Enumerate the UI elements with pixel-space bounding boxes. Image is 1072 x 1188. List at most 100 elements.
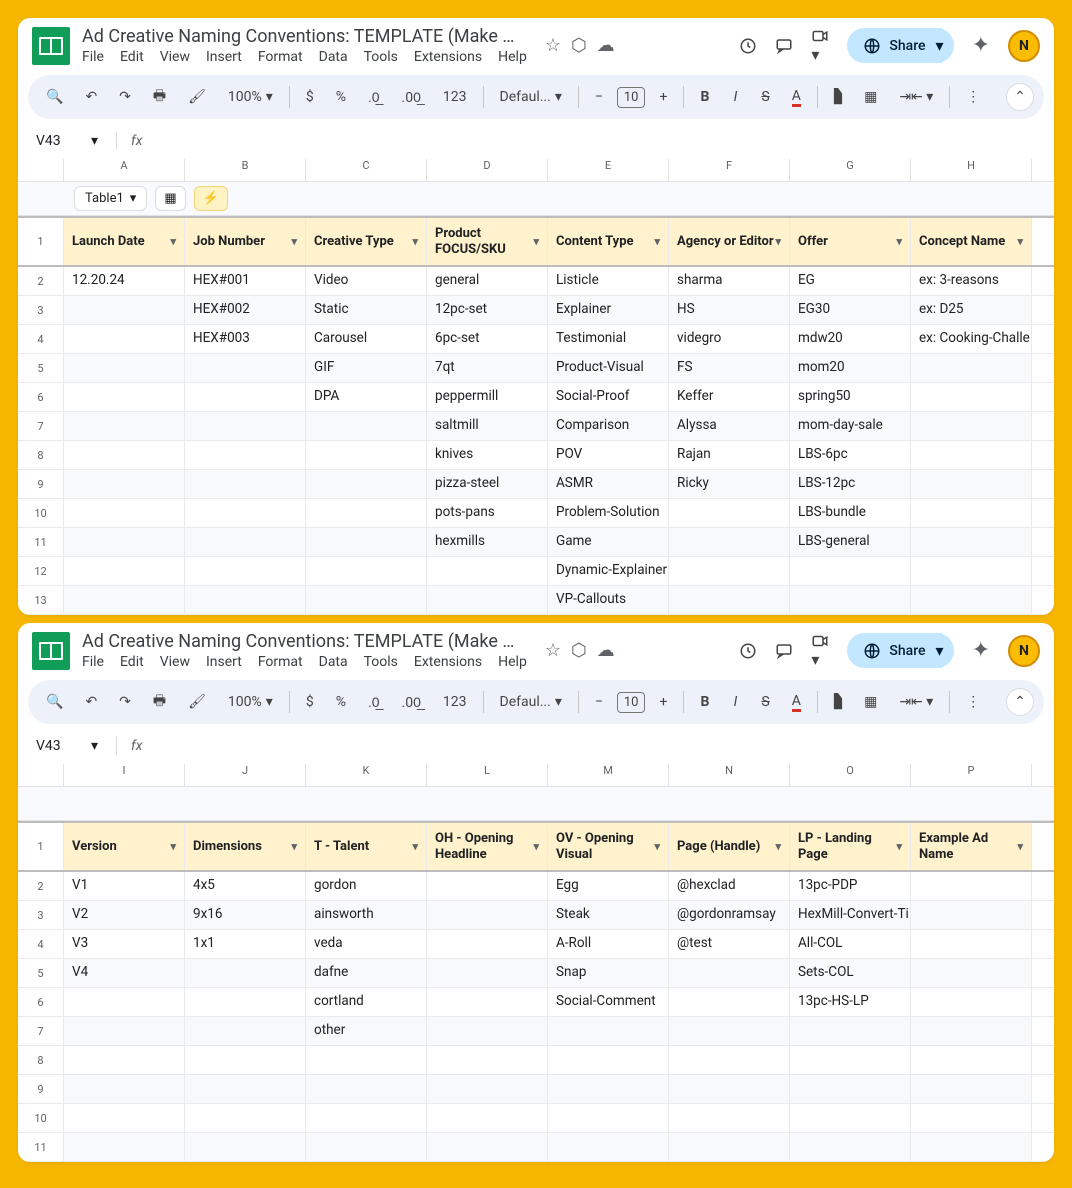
- cell[interactable]: [185, 1046, 306, 1074]
- cell[interactable]: [790, 586, 911, 614]
- cell[interactable]: [911, 988, 1032, 1016]
- cell[interactable]: general: [427, 267, 548, 295]
- cell[interactable]: Carousel: [306, 325, 427, 353]
- row-number[interactable]: 4: [18, 325, 64, 353]
- column-header[interactable]: E: [548, 159, 669, 181]
- cell[interactable]: [64, 470, 185, 498]
- row-number[interactable]: 5: [18, 959, 64, 987]
- share-dropdown[interactable]: ▾: [926, 28, 954, 63]
- cell[interactable]: [790, 1075, 911, 1103]
- cell[interactable]: [64, 988, 185, 1016]
- table-header-cell[interactable]: OH - Opening Headline▾: [427, 823, 548, 870]
- bolt-icon[interactable]: ⚡: [194, 186, 228, 211]
- menu-edit[interactable]: Edit: [120, 654, 144, 670]
- cell[interactable]: LBS-bundle: [790, 499, 911, 527]
- menu-extensions[interactable]: Extensions: [414, 49, 482, 65]
- document-title[interactable]: Ad Creative Naming Conventions: TEMPLATE…: [82, 26, 522, 47]
- cell[interactable]: [911, 528, 1032, 556]
- redo-icon[interactable]: ↷: [111, 688, 139, 716]
- fx-icon[interactable]: fx: [131, 738, 142, 754]
- cell[interactable]: [185, 1104, 306, 1132]
- row-number[interactable]: 12: [18, 557, 64, 585]
- cell[interactable]: [185, 354, 306, 382]
- cell[interactable]: [427, 872, 548, 900]
- cell[interactable]: [911, 557, 1032, 585]
- cell[interactable]: LBS-general: [790, 528, 911, 556]
- menu-format[interactable]: Format: [258, 49, 303, 65]
- row-number[interactable]: 3: [18, 296, 64, 324]
- font-select[interactable]: Defaul... ▾: [492, 688, 570, 716]
- chevron-down-icon[interactable]: ▾: [1017, 840, 1023, 853]
- cell[interactable]: [911, 901, 1032, 929]
- font-size-input[interactable]: 10: [617, 692, 646, 713]
- paint-format-icon[interactable]: 🖌: [180, 83, 214, 111]
- name-box[interactable]: V43▾: [32, 131, 102, 151]
- dec-increase-icon[interactable]: .00̲: [394, 83, 429, 112]
- row-number[interactable]: 2: [18, 872, 64, 900]
- cell[interactable]: Product-Visual: [548, 354, 669, 382]
- fx-icon[interactable]: fx: [131, 133, 142, 149]
- paint-format-icon[interactable]: 🖌: [180, 688, 214, 716]
- cell[interactable]: [669, 586, 790, 614]
- merge-icon[interactable]: ⇥⇤ ▾: [891, 83, 941, 111]
- cell[interactable]: [64, 528, 185, 556]
- column-header[interactable]: O: [790, 764, 911, 786]
- zoom-select[interactable]: 100% ▾: [220, 83, 281, 111]
- cell[interactable]: 1x1: [185, 930, 306, 958]
- cell[interactable]: ainsworth: [306, 901, 427, 929]
- cell[interactable]: [64, 586, 185, 614]
- cell[interactable]: VP-Callouts: [548, 586, 669, 614]
- menu-file[interactable]: File: [82, 654, 104, 670]
- cell[interactable]: [427, 1017, 548, 1045]
- cell[interactable]: [669, 1046, 790, 1074]
- row-number[interactable]: 6: [18, 383, 64, 411]
- row-number[interactable]: 7: [18, 1017, 64, 1045]
- cell[interactable]: mom-day-sale: [790, 412, 911, 440]
- table-header-cell[interactable]: Concept Name▾: [911, 218, 1032, 265]
- cell[interactable]: 9x16: [185, 901, 306, 929]
- cell[interactable]: HexMill-Convert-Ti: [790, 901, 911, 929]
- chevron-down-icon[interactable]: ▾: [1017, 235, 1023, 248]
- chevron-down-icon[interactable]: ▾: [775, 840, 781, 853]
- print-icon[interactable]: 🖶: [145, 79, 174, 115]
- cell[interactable]: [306, 412, 427, 440]
- cell[interactable]: DPA: [306, 383, 427, 411]
- cloud-icon[interactable]: ☁: [597, 35, 615, 56]
- table-header-cell[interactable]: Offer▾: [790, 218, 911, 265]
- cell[interactable]: mom20: [790, 354, 911, 382]
- cell[interactable]: mdw20: [790, 325, 911, 353]
- row-number[interactable]: 10: [18, 499, 64, 527]
- move-icon[interactable]: ⬡: [571, 640, 587, 661]
- name-box[interactable]: V43▾: [32, 736, 102, 756]
- strike-icon[interactable]: S: [753, 83, 777, 111]
- table-view-icon[interactable]: ▦: [155, 186, 185, 211]
- cell[interactable]: Keffer: [669, 383, 790, 411]
- cell[interactable]: [185, 441, 306, 469]
- cell[interactable]: 13pc-HS-LP: [790, 988, 911, 1016]
- bold-icon[interactable]: B: [692, 688, 717, 716]
- cell[interactable]: [64, 296, 185, 324]
- menu-view[interactable]: View: [160, 654, 190, 670]
- cell[interactable]: [790, 1017, 911, 1045]
- menu-insert[interactable]: Insert: [206, 654, 242, 670]
- table-header-cell[interactable]: Example Ad Name▾: [911, 823, 1032, 870]
- cell[interactable]: [911, 499, 1032, 527]
- column-header[interactable]: L: [427, 764, 548, 786]
- cell[interactable]: sharma: [669, 267, 790, 295]
- cell[interactable]: [669, 499, 790, 527]
- column-header[interactable]: A: [64, 159, 185, 181]
- column-header[interactable]: D: [427, 159, 548, 181]
- cell[interactable]: Sets-COL: [790, 959, 911, 987]
- cell[interactable]: Problem-Solution: [548, 499, 669, 527]
- cell[interactable]: EG30: [790, 296, 911, 324]
- comments-icon[interactable]: [775, 37, 793, 55]
- chevron-down-icon[interactable]: ▾: [654, 235, 660, 248]
- cell[interactable]: [911, 1046, 1032, 1074]
- cell[interactable]: [64, 1017, 185, 1045]
- sheets-logo-icon[interactable]: [32, 27, 70, 65]
- collapse-toolbar-icon[interactable]: ⌃: [1006, 688, 1034, 716]
- table-header-cell[interactable]: Agency or Editor▾: [669, 218, 790, 265]
- table-header-cell[interactable]: Job Number▾: [185, 218, 306, 265]
- menu-view[interactable]: View: [160, 49, 190, 65]
- cell[interactable]: 12.20.24: [64, 267, 185, 295]
